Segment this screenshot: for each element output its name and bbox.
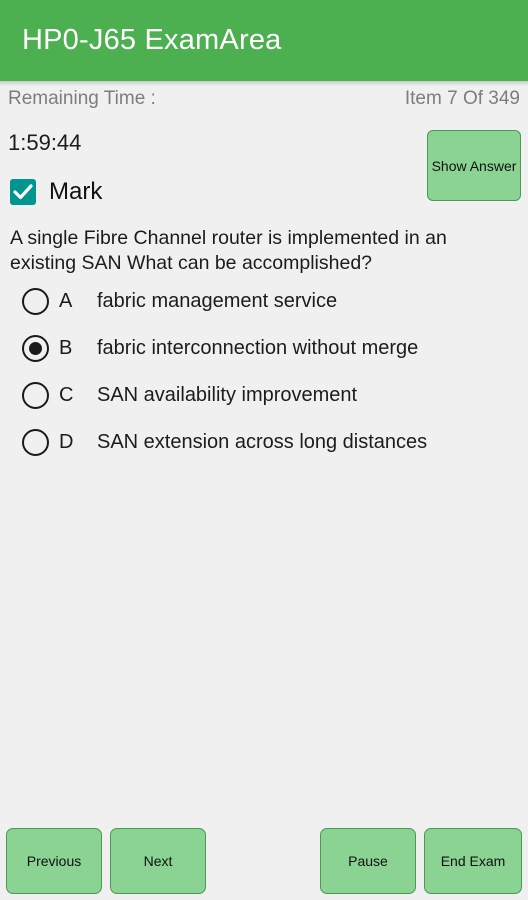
option-row-d[interactable]: D SAN extension across long distances xyxy=(0,419,528,466)
radio-icon-d[interactable] xyxy=(22,429,49,456)
mark-label: Mark xyxy=(49,178,103,205)
option-text-b: fabric interconnection without merge xyxy=(97,337,419,359)
option-letter-d: D xyxy=(59,431,74,453)
option-letter-b: B xyxy=(59,337,73,359)
previous-button[interactable]: Previous xyxy=(6,828,102,894)
question-text: A single Fibre Channel router is impleme… xyxy=(10,227,447,274)
option-row-a[interactable]: A fabric management service xyxy=(0,278,528,325)
radio-icon-a[interactable] xyxy=(22,288,49,315)
end-exam-button[interactable]: End Exam xyxy=(424,828,522,894)
app-bar-shadow xyxy=(0,81,528,86)
option-text-d: SAN extension across long distances xyxy=(97,431,428,453)
remaining-time-label: Remaining Time : xyxy=(8,88,156,109)
option-row-c[interactable]: C SAN availability improvement xyxy=(0,372,528,419)
option-text-c: SAN availability improvement xyxy=(97,384,358,406)
options-list: A fabric management service B fabric int… xyxy=(0,278,528,466)
app-bar: HP0-J65 ExamArea xyxy=(0,0,528,81)
mark-checkbox[interactable] xyxy=(10,179,36,205)
option-letter-c: C xyxy=(59,384,74,406)
option-letter-a: A xyxy=(59,290,73,312)
option-text-a: fabric management service xyxy=(97,290,338,312)
show-answer-button[interactable]: Show Answer xyxy=(427,130,521,201)
pause-button[interactable]: Pause xyxy=(320,828,416,894)
next-button[interactable]: Next xyxy=(110,828,206,894)
status-row: Remaining Time : Item 7 Of 349 xyxy=(0,88,528,118)
timer-value: 1:59:44 xyxy=(8,130,82,155)
option-row-b[interactable]: B fabric interconnection without merge xyxy=(0,325,528,372)
radio-icon-b[interactable] xyxy=(22,335,49,362)
mark-checkbox-row[interactable]: Mark xyxy=(10,178,102,206)
item-counter: Item 7 Of 349 xyxy=(404,88,520,109)
bottom-navigation-bar: Previous Next Pause End Exam xyxy=(0,824,528,900)
page-title: HP0-J65 ExamArea xyxy=(22,24,282,56)
radio-icon-c[interactable] xyxy=(22,382,49,409)
